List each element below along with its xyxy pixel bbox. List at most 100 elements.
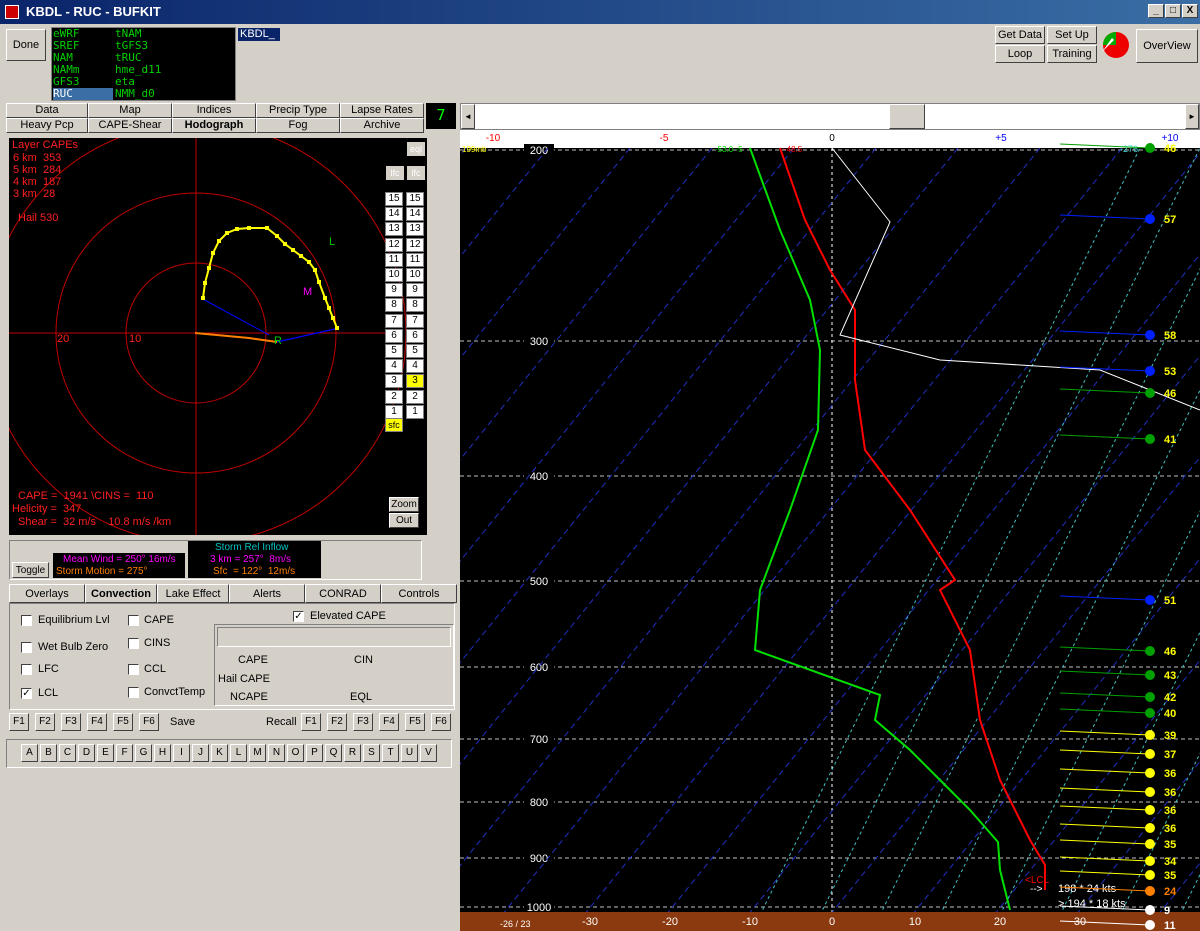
letter-s[interactable]: S (363, 744, 380, 762)
model-item[interactable]: RUC (53, 88, 113, 100)
letter-l[interactable]: L (230, 744, 247, 762)
skewt-sounding-panel[interactable]: -10 -5 0 +5 +10 200 300 400 500 600 700 800 900 1000-… (460, 130, 1200, 931)
elevated-cape-checkbox[interactable]: ✓ (293, 611, 304, 622)
tab-heavy-pcp[interactable]: Heavy Pcp (6, 118, 88, 133)
level-right-11[interactable]: 11 (406, 252, 424, 267)
level-right-14[interactable]: 14 (406, 207, 424, 222)
level-left-14[interactable]: 14 (385, 207, 403, 222)
letter-k[interactable]: K (211, 744, 228, 762)
letter-f[interactable]: F (116, 744, 133, 762)
checkbox-lcl[interactable]: ✓ (21, 688, 32, 699)
save-label[interactable]: Save (170, 716, 195, 728)
letter-u[interactable]: U (401, 744, 418, 762)
level-right-7[interactable]: 7 (406, 313, 424, 328)
eql-button[interactable]: eql (407, 142, 425, 156)
fkey-save-f1[interactable]: F1 (9, 713, 29, 731)
tab-archive[interactable]: Archive (340, 118, 424, 133)
checkbox-wet-bulb-zero[interactable] (21, 642, 32, 653)
get-data-button[interactable]: Get Data (995, 26, 1045, 44)
level-left-8[interactable]: 8 (385, 298, 403, 313)
overview-button[interactable]: OverView (1136, 29, 1198, 63)
checkbox-convcttemp[interactable] (128, 687, 139, 698)
minimize-button[interactable]: _ (1148, 4, 1164, 18)
maximize-button[interactable]: □ (1165, 4, 1181, 18)
out-button[interactable]: Out (389, 513, 419, 528)
level-right-12[interactable]: 12 (406, 237, 424, 252)
tab-hodograph[interactable]: Hodograph (172, 118, 256, 133)
level-left-4[interactable]: 4 (385, 359, 403, 374)
lower-tab-controls[interactable]: Controls (381, 584, 457, 603)
letter-r[interactable]: R (344, 744, 361, 762)
lower-tab-convection[interactable]: Convection (85, 584, 157, 603)
level-left-15[interactable]: 15 (385, 192, 403, 206)
letter-o[interactable]: O (287, 744, 304, 762)
fkey-save-f2[interactable]: F2 (35, 713, 55, 731)
level-right-1[interactable]: 1 (406, 404, 424, 419)
set-up-button[interactable]: Set Up (1047, 26, 1097, 44)
level-right-13[interactable]: 13 (406, 222, 424, 237)
fkey-recall-f5[interactable]: F5 (405, 713, 425, 731)
letter-j[interactable]: J (192, 744, 209, 762)
letter-e[interactable]: E (97, 744, 114, 762)
tab-map[interactable]: Map (88, 103, 172, 118)
fkey-recall-f2[interactable]: F2 (327, 713, 347, 731)
letter-a[interactable]: A (21, 744, 38, 762)
letter-m[interactable]: M (249, 744, 266, 762)
checkbox-cins[interactable] (128, 638, 139, 649)
tab-data[interactable]: Data (6, 103, 88, 118)
level-left-3[interactable]: 3 (385, 374, 403, 389)
fkey-save-f4[interactable]: F4 (87, 713, 107, 731)
lower-tab-alerts[interactable]: Alerts (229, 584, 305, 603)
level-left-9[interactable]: 9 (385, 283, 403, 298)
tab-indices[interactable]: Indices (172, 103, 256, 118)
level-left-5[interactable]: 5 (385, 344, 403, 358)
fkey-recall-f3[interactable]: F3 (353, 713, 373, 731)
scroll-right-button[interactable]: ► (1185, 104, 1199, 129)
letter-g[interactable]: G (135, 744, 152, 762)
done-button[interactable]: Done (6, 29, 46, 61)
scroll-left-button[interactable]: ◄ (461, 104, 475, 129)
level-left-12[interactable]: 12 (385, 237, 403, 252)
fkey-recall-f6[interactable]: F6 (431, 713, 451, 731)
level-right-15[interactable]: 15 (406, 192, 424, 206)
recall-label[interactable]: Recall (266, 716, 297, 728)
letter-d[interactable]: D (78, 744, 95, 762)
fkey-save-f5[interactable]: F5 (113, 713, 133, 731)
hodograph-panel[interactable]: Layer CAPEs Hail 530 20 10 L M R CAPE = … (9, 138, 427, 535)
model-item[interactable]: NMM_d0 (115, 88, 155, 100)
tab-precip-type[interactable]: Precip Type (256, 103, 340, 118)
sfc-button[interactable]: sfc (385, 418, 403, 432)
level-right-6[interactable]: 6 (406, 328, 424, 343)
level-left-2[interactable]: 2 (385, 389, 403, 404)
scroll-thumb[interactable] (889, 104, 925, 129)
letter-n[interactable]: N (268, 744, 285, 762)
letter-p[interactable]: P (306, 744, 323, 762)
level-right-5[interactable]: 5 (406, 344, 424, 358)
letter-v[interactable]: V (420, 744, 437, 762)
level-right-2[interactable]: 2 (406, 389, 424, 404)
lfc-button-2[interactable]: lfc (407, 166, 425, 180)
fkey-recall-f1[interactable]: F1 (301, 713, 321, 731)
level-right-9[interactable]: 9 (406, 283, 424, 298)
tab-fog[interactable]: Fog (256, 118, 340, 133)
tab-lapse-rates[interactable]: Lapse Rates (340, 103, 424, 118)
checkbox-ccl[interactable] (128, 664, 139, 675)
checkbox-cape[interactable] (128, 615, 139, 626)
station-selected[interactable]: KBDL_ (238, 28, 280, 41)
loop-button[interactable]: Loop (995, 45, 1045, 63)
letter-h[interactable]: H (154, 744, 171, 762)
lower-tab-overlays[interactable]: Overlays (9, 584, 85, 603)
level-left-10[interactable]: 10 (385, 268, 403, 282)
fkey-recall-f4[interactable]: F4 (379, 713, 399, 731)
training-button[interactable]: Training (1047, 45, 1097, 63)
close-button[interactable]: X (1182, 4, 1198, 18)
level-right-8[interactable]: 8 (406, 298, 424, 313)
level-left-1[interactable]: 1 (385, 404, 403, 419)
checkbox-equilibrium-lvl[interactable] (21, 615, 32, 626)
letter-i[interactable]: I (173, 744, 190, 762)
level-left-11[interactable]: 11 (385, 252, 403, 267)
zoom-button[interactable]: Zoom (389, 497, 419, 512)
lfc-button-1[interactable]: lfc (386, 166, 404, 180)
letter-q[interactable]: Q (325, 744, 342, 762)
lower-tab-conrad[interactable]: CONRAD (305, 584, 381, 603)
